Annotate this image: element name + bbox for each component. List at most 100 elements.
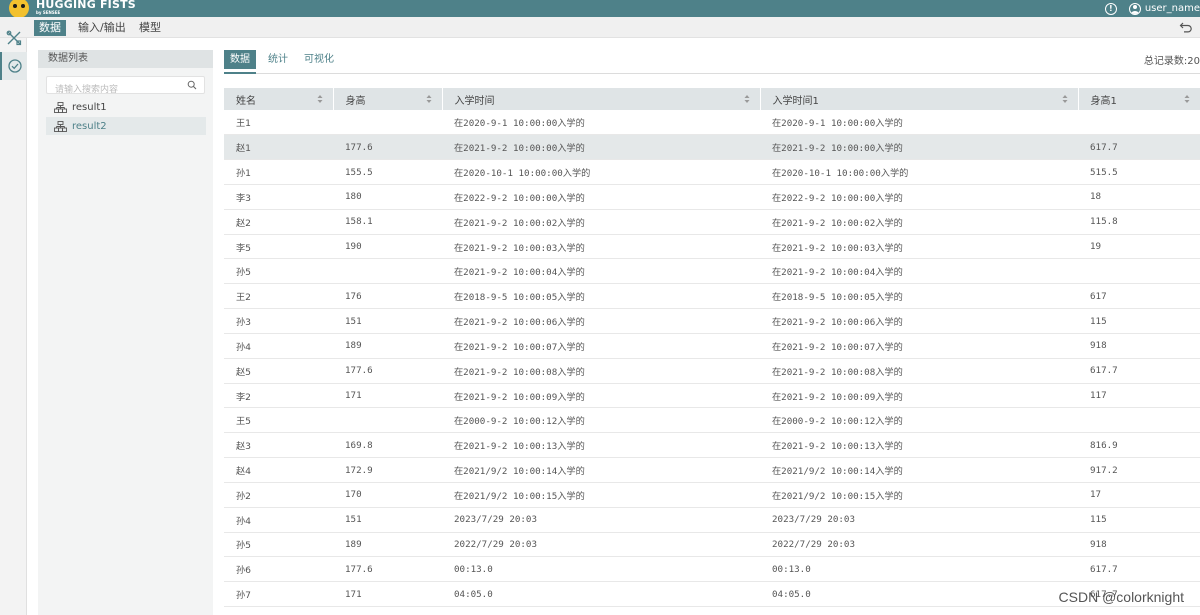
tab-data[interactable]: 数据 (224, 50, 256, 74)
table-cell (333, 110, 442, 136)
table-cell: 115.8 (1078, 209, 1200, 235)
table-cell: 在2021-9-2 10:00:03入学的 (760, 234, 1078, 260)
table-row[interactable]: 孙5 在2021-9-2 10:00:04入学的 在2021-9-2 10:00:0… (224, 258, 1200, 285)
tools-icon (6, 30, 21, 46)
column-header[interactable]: 入学时间1 (760, 88, 1079, 110)
table-cell: 在2021-9-2 10:00:00入学的 (442, 134, 760, 161)
dataset-item-result1[interactable]: result1 (46, 98, 206, 116)
table-row[interactable]: 赵4 172.9 在2021/9/2 10:00:14入学的 在2021/9/2 10… (224, 457, 1200, 483)
tab-visualization[interactable]: 可视化 (298, 50, 340, 69)
table-row[interactable]: 孙2 170 在2021/9/2 10:00:15入学的 在2021/9/2 10:0… (224, 482, 1200, 508)
table-cell: 2022/7/29 20:03 (442, 532, 760, 558)
table-row[interactable]: 李2 171 在2021-9-2 10:00:09入学的 在2021-9-2 10:0… (224, 383, 1200, 409)
alert-icon[interactable]: ! (1104, 2, 1117, 15)
table-cell: 王2 (224, 283, 333, 310)
table-cell: 在2021/9/2 10:00:14入学的 (442, 457, 760, 483)
table-cell: 在2021-9-2 10:00:09入学的 (442, 383, 760, 409)
table-cell: 617 (1078, 283, 1200, 310)
table-cell (1078, 110, 1200, 136)
data-list-panel: 数据列表 result1 result2 (38, 50, 213, 615)
check-circle-icon (7, 59, 22, 73)
table-row[interactable]: 赵2 158.1 在2021-9-2 10:00:02入学的 在2021-9-2 10… (224, 209, 1200, 235)
menu-item-model[interactable]: 模型 (134, 20, 166, 36)
table-row[interactable]: 孙5 189 2022/7/29 20:03 2022/7/29 20:03 918 (224, 532, 1200, 558)
sort-icon[interactable] (426, 94, 432, 104)
logo-text: HUGGING FISTS (36, 0, 136, 11)
table-row[interactable]: 王1 在2020-9-1 10:00:00入学的 在2020-9-1 10:00:0… (224, 110, 1200, 136)
tab-statistics[interactable]: 统计 (262, 50, 294, 69)
left-rail (0, 30, 27, 615)
table-cell: 孙1 (224, 159, 333, 185)
table-cell: 在2020-9-1 10:00:00入学的 (760, 110, 1078, 136)
table-cell: 在2021-9-2 10:00:02入学的 (760, 209, 1078, 235)
menu-item-data[interactable]: 数据 (34, 20, 66, 36)
menu-item-io[interactable]: 输入/输出 (73, 20, 131, 36)
user-name[interactable]: user_name (1145, 3, 1200, 14)
table-row[interactable]: 李5 190 在2021-9-2 10:00:03入学的 在2021-9-2 10:0… (224, 234, 1200, 260)
table-cell: 孙5 (224, 258, 333, 285)
dataset-label: result2 (72, 120, 107, 132)
column-header[interactable]: 身高1 (1078, 88, 1200, 110)
table-cell: 在2021-9-2 10:00:04入学的 (760, 258, 1078, 285)
table-cell: 在2021/9/2 10:00:14入学的 (760, 457, 1078, 483)
table-cell: 172.9 (333, 457, 442, 483)
rail-tools[interactable] (0, 24, 27, 52)
sort-icon[interactable] (744, 94, 750, 104)
undo-icon[interactable] (1179, 20, 1193, 34)
search-input[interactable] (47, 82, 177, 98)
user-icon[interactable] (1128, 2, 1141, 15)
table-cell: 155.5 (333, 159, 442, 185)
app-logo[interactable]: HUGGING FISTS by SENSEE (9, 0, 136, 18)
table-row[interactable]: 赵1 177.6 在2021-9-2 10:00:00入学的 在2021-9-2 10… (224, 134, 1200, 161)
table-cell: 在2021-9-2 10:00:07入学的 (760, 333, 1078, 359)
watermark: CSDN @colorknight (1058, 589, 1184, 605)
table-row[interactable]: 赵3 169.8 在2021-9-2 10:00:13入学的 在2021-9-2 10… (224, 432, 1200, 459)
search-icon[interactable] (187, 80, 197, 90)
table-row[interactable]: 孙3 151 在2021-9-2 10:00:06入学的 在2021-9-2 10:0… (224, 308, 1200, 334)
sort-icon[interactable] (317, 94, 323, 104)
table-row[interactable]: 李3 180 在2022-9-2 10:00:00入学的 在2022-9-2 10:0… (224, 184, 1200, 210)
search-box (46, 76, 205, 98)
column-header-label: 入学时间1 (772, 95, 819, 107)
table-row[interactable]: 孙4 189 在2021-9-2 10:00:07入学的 在2021-9-2 10:0… (224, 333, 1200, 359)
column-header[interactable]: 身高 (333, 88, 443, 110)
table-row[interactable]: 孙1 155.5 在2020-10-1 10:00:00入学的 在2020-10-1 … (224, 159, 1200, 185)
table-cell (333, 258, 442, 285)
rail-check[interactable] (0, 52, 27, 80)
table-row[interactable]: 孙6 177.6 00:13.0 00:13.0 617.7 (224, 556, 1200, 583)
table-cell: 在2018-9-5 10:00:05入学的 (760, 283, 1078, 310)
table-cell: 在2021-9-2 10:00:13入学的 (442, 432, 760, 459)
table-row[interactable]: 王5 在2000-9-2 10:00:12入学的 在2000-9-2 10:00:1… (224, 407, 1200, 434)
column-header[interactable]: 姓名 (224, 88, 334, 110)
table-row[interactable]: 王2 176 在2018-9-5 10:00:05入学的 在2018-9-5 10:0… (224, 283, 1200, 310)
table-cell: 177.6 (333, 134, 442, 161)
table-cell: 在2021/9/2 10:00:15入学的 (760, 482, 1078, 508)
table-cell: 孙4 (224, 333, 333, 359)
table-row[interactable]: 孙7 171 04:05.0 04:05.0 617.7 (224, 581, 1200, 608)
table-row[interactable]: 孙4 151 2023/7/29 20:03 2023/7/29 20:03 115 (224, 507, 1200, 533)
menu-bar: 数据 输入/输出 模型 (0, 17, 1200, 38)
table-cell: 2023/7/29 20:03 (760, 507, 1078, 533)
table-cell (1078, 258, 1200, 285)
table-cell: 在2021/9/2 10:00:15入学的 (442, 482, 760, 508)
table-cell: 18 (1078, 184, 1200, 210)
table-cell: 180 (333, 184, 442, 210)
table-cell: 816.9 (1078, 432, 1200, 459)
table-cell: 2022/7/29 20:03 (760, 532, 1078, 558)
total-records: 总记录数:20 (1143, 56, 1200, 67)
dataset-icon (54, 120, 67, 132)
table-cell: 2023/7/29 20:03 (442, 507, 760, 533)
column-header-label: 身高 (345, 95, 366, 107)
table-cell: 在2021-9-2 10:00:06入学的 (442, 308, 760, 334)
dataset-label: result1 (72, 101, 107, 113)
dataset-item-result2[interactable]: result2 (46, 117, 206, 135)
table-cell: 在2021-9-2 10:00:02入学的 (442, 209, 760, 235)
table-cell: 孙7 (224, 581, 333, 608)
sort-icon[interactable] (1062, 94, 1068, 104)
table-cell: 在2021-9-2 10:00:09入学的 (760, 383, 1078, 409)
table-row[interactable]: 赵5 177.6 在2021-9-2 10:00:08入学的 在2021-9-2 10… (224, 358, 1200, 384)
table-cell: 177.6 (333, 556, 442, 583)
sort-icon[interactable] (1184, 94, 1190, 104)
column-header[interactable]: 入学时间 (442, 88, 761, 110)
logo-subtext: by SENSEE (36, 10, 61, 15)
